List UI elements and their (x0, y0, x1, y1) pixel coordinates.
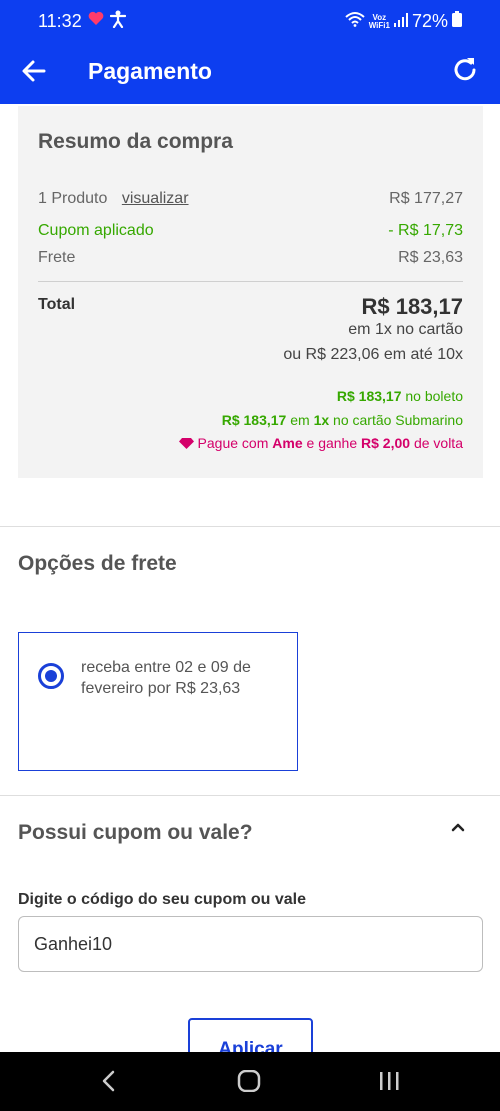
shipping-option-text: receba entre 02 e 09 de fevereiro por R$… (81, 659, 251, 697)
submarino-card-line: R$ 183,17 em 1x no cartão Submarino (222, 412, 463, 428)
shipping-label: Frete (38, 249, 76, 266)
ame-suffix: de volta (413, 435, 463, 451)
accessibility-icon (109, 10, 127, 33)
total-label: Total (38, 296, 76, 313)
battery-icon (452, 11, 462, 32)
coupon-field-label: Digite o código do seu cupom ou vale (18, 891, 307, 908)
coupon-section-title[interactable]: Possui cupom ou vale? (18, 821, 253, 845)
total-value: R$ 183,17 (361, 294, 463, 319)
total-subtext: em 1x no cartão (348, 321, 463, 338)
nav-back-icon[interactable] (100, 1070, 118, 1097)
ame-brand: Ame (272, 435, 303, 451)
ame-diamond-icon (178, 435, 198, 451)
product-label: 1 Produto (38, 190, 108, 207)
ame-prefix: Pague com (197, 435, 269, 451)
system-nav-bar (0, 1052, 500, 1111)
ame-value: R$ 2,00 (361, 435, 411, 451)
boleto-value: R$ 183,17 (336, 388, 402, 404)
shipping-option-card[interactable]: receba entre 02 e 09 de fevereiro por R$… (18, 632, 298, 771)
submarino-value: R$ 183,17 (221, 412, 287, 428)
submarino-mid: em (290, 412, 310, 428)
heart-icon (88, 11, 104, 30)
battery-percent: 72% (411, 11, 448, 31)
shipping-option-radio[interactable] (38, 663, 64, 689)
signal-icon (393, 11, 408, 32)
refresh-icon[interactable] (450, 55, 480, 85)
arrow-left-icon[interactable] (20, 57, 48, 85)
section-divider (0, 526, 500, 527)
network-label: Voz WiFi1 (368, 12, 390, 30)
coupon-value: - R$ 17,73 (388, 222, 463, 239)
nav-home-icon[interactable] (237, 1069, 261, 1097)
status-bar: 11:32 Voz WiFi1 72% (0, 0, 500, 38)
divider (38, 281, 463, 282)
app-bar: Pagamento (0, 38, 500, 104)
shipping-value: R$ 23,63 (398, 249, 463, 266)
status-right: Voz WiFi1 72% (345, 11, 462, 32)
product-row: 1 Produto visualizar R$ 177,27 (38, 190, 463, 208)
ame-cashback-line: Pague com Ame e ganhe R$ 2,00 de volta (178, 435, 463, 451)
shipping-row: Frete R$ 23,63 (38, 249, 463, 267)
purchase-summary: Resumo da compra 1 Produto visualizar R$… (18, 106, 483, 478)
shipping-options-title: Opções de frete (18, 552, 177, 575)
installments-text: ou R$ 223,06 em até 10x (283, 346, 463, 363)
coupon-label: Cupom aplicado (38, 222, 154, 239)
section-divider (0, 795, 500, 796)
boleto-line: R$ 183,17 no boleto (337, 388, 463, 404)
status-time: 11:32 (38, 11, 82, 31)
summary-heading: Resumo da compra (38, 130, 233, 153)
chevron-up-icon[interactable] (450, 820, 466, 832)
nav-recents-icon[interactable] (378, 1070, 400, 1097)
coupon-row: Cupom aplicado - R$ 17,73 (38, 222, 463, 240)
ame-mid: e ganhe (306, 435, 358, 451)
submarino-times: 1x (313, 412, 330, 428)
page-title: Pagamento (88, 58, 212, 84)
submarino-text: no cartão Submarino (333, 412, 463, 428)
boleto-text: no boleto (405, 388, 463, 404)
view-products-link[interactable]: visualizar (122, 190, 189, 207)
wifi-icon (345, 11, 365, 32)
product-value: R$ 177,27 (389, 190, 463, 207)
coupon-input[interactable] (18, 916, 483, 972)
